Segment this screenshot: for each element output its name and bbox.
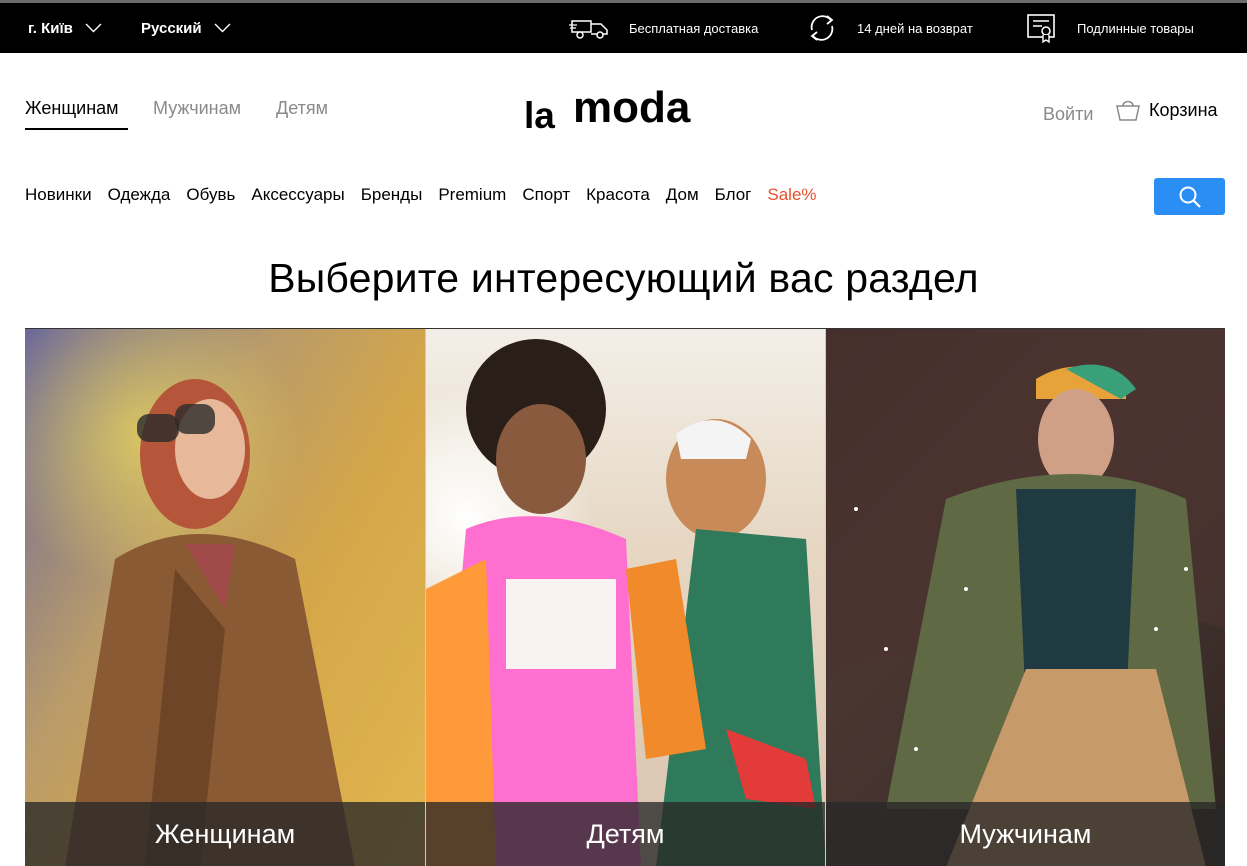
chevron-down-icon [85, 23, 102, 33]
nav-item-clothes[interactable]: Одежда [108, 185, 171, 205]
section-caption: Детям [426, 802, 825, 866]
kids-photo [426, 339, 825, 866]
nav-item-new[interactable]: Новинки [25, 185, 92, 205]
nav-item-brands[interactable]: Бренды [361, 185, 423, 205]
section-panels: Женщинам Детям Мужчинам [25, 328, 1225, 866]
active-tab-underline [25, 128, 128, 130]
lamoda-logo[interactable]: la lamoda moda [522, 84, 732, 134]
returns-label: 14 дней на возврат [857, 20, 973, 36]
city-selector[interactable]: г. Київ [28, 3, 102, 53]
refresh-icon [810, 15, 834, 41]
gender-tab-women[interactable]: Женщинам [25, 98, 119, 119]
certificate-icon [1027, 14, 1055, 44]
bag-icon [1116, 100, 1140, 121]
section-kids[interactable]: Детям [425, 329, 825, 866]
city-label: г. Київ [28, 19, 73, 37]
men-photo [826, 329, 1225, 866]
section-men[interactable]: Мужчинам [825, 329, 1225, 866]
search-button[interactable] [1154, 178, 1225, 215]
gender-tab-men[interactable]: Мужчинам [153, 98, 241, 119]
cart-link[interactable]: Корзина [1115, 98, 1218, 122]
section-caption: Мужчинам [826, 802, 1225, 866]
authentic-label: Подлинные товары [1077, 20, 1194, 36]
login-link[interactable]: Войти [1043, 104, 1093, 125]
svg-text:moda: moda [573, 84, 691, 132]
nav-item-beauty[interactable]: Красота [586, 185, 650, 205]
nav-item-home[interactable]: Дом [666, 185, 699, 205]
nav-item-sale[interactable]: Sale% [767, 185, 816, 205]
returns-info[interactable]: 14 дней на возврат [805, 3, 973, 53]
category-nav: Новинки Одежда Обувь Аксессуары Бренды P… [25, 185, 833, 205]
language-selector[interactable]: Русский [141, 3, 231, 53]
gender-tab-kids[interactable]: Детям [276, 98, 328, 119]
chevron-down-icon [214, 23, 231, 33]
women-photo [65, 379, 355, 866]
svg-text:la: la [524, 95, 555, 134]
page-title: Выберите интересующий вас раздел [268, 255, 979, 301]
authentic-info[interactable]: Подлинные товары [1025, 3, 1194, 53]
nav-item-blog[interactable]: Блог [715, 185, 752, 205]
nav-item-premium[interactable]: Premium [438, 185, 506, 205]
nav-item-shoes[interactable]: Обувь [186, 185, 235, 205]
nav-item-accessories[interactable]: Аксессуары [251, 185, 344, 205]
cart-label: Корзина [1149, 99, 1218, 120]
language-label: Русский [141, 19, 202, 37]
section-caption: Женщинам [25, 802, 425, 866]
nav-item-sport[interactable]: Спорт [522, 185, 570, 205]
free-delivery-label: Бесплатная доставка [629, 20, 759, 36]
top-bar: г. Київ Русский Бесплатная доставка 14 д… [0, 0, 1247, 53]
search-icon [1179, 186, 1201, 208]
truck-icon [569, 20, 608, 39]
free-delivery-info[interactable]: Бесплатная доставка [569, 3, 758, 53]
section-women[interactable]: Женщинам [25, 329, 425, 866]
